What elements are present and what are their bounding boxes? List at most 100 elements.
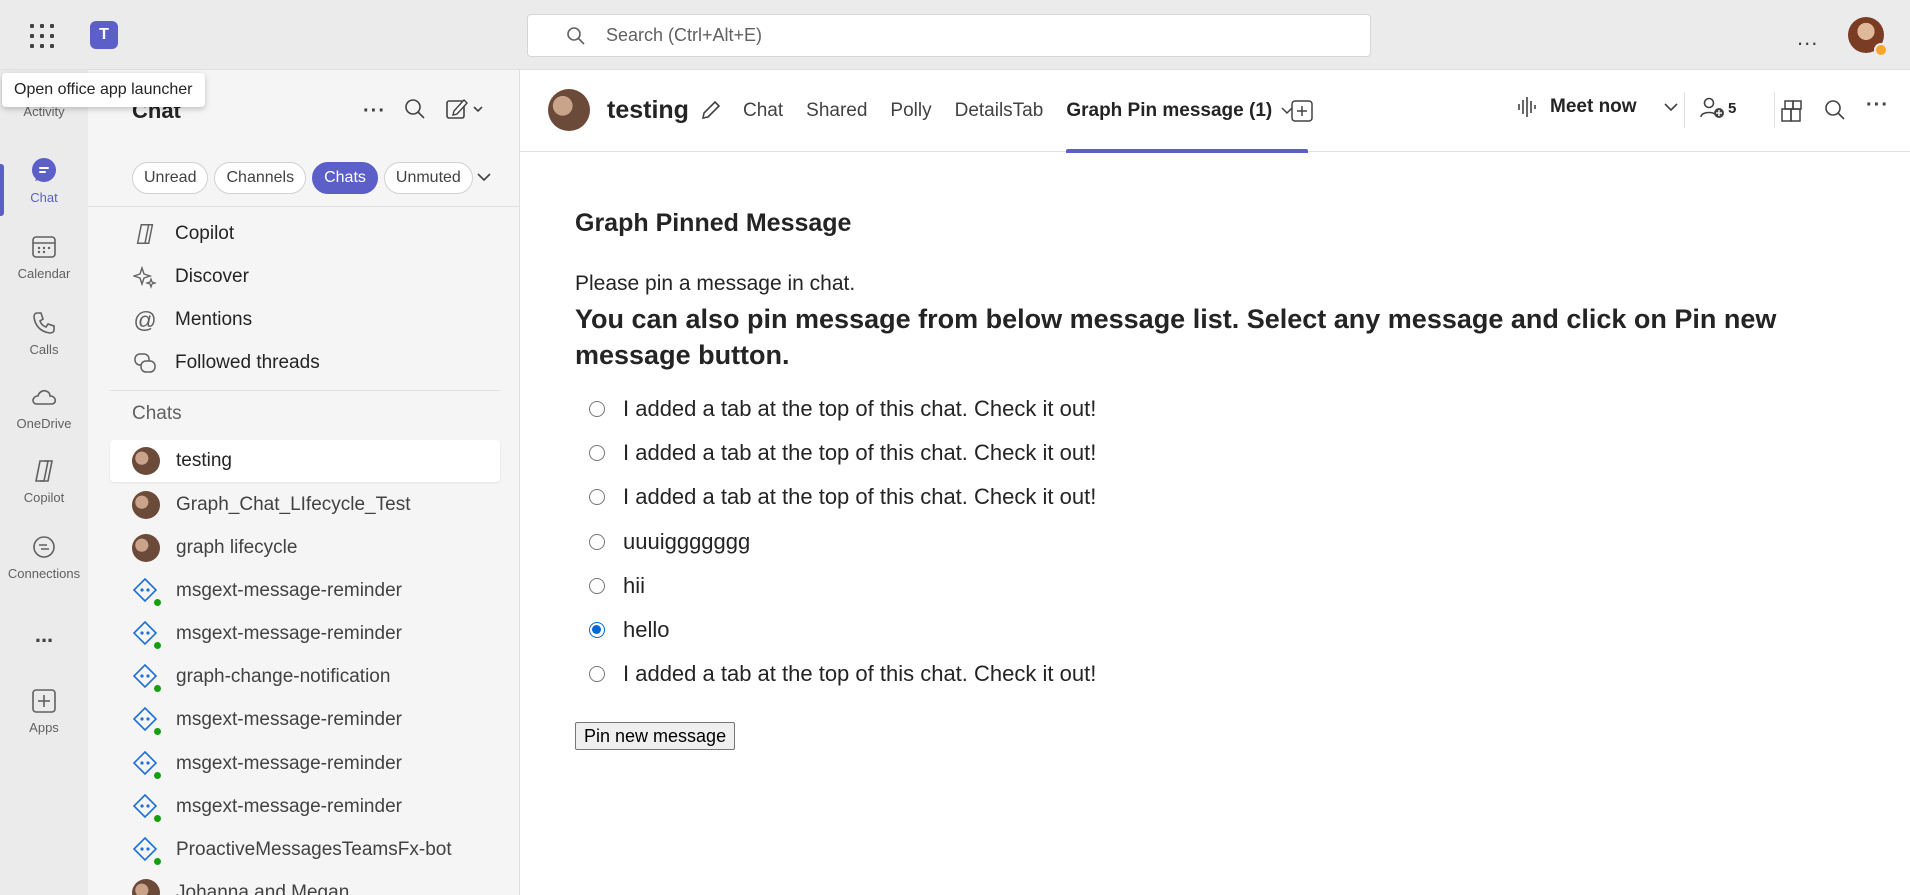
people-icon — [1700, 97, 1724, 118]
chat-item-graph-chat-lifecycle-test[interactable]: Graph_Chat_LIfecycle_Test — [110, 484, 500, 526]
search-icon[interactable] — [1824, 99, 1846, 121]
nav-copilot[interactable]: Copilot — [132, 214, 234, 254]
filter-unmuted[interactable]: Unmuted — [383, 162, 473, 194]
bot-icon — [132, 663, 163, 694]
chat-item-label: msgext-message-reminder — [176, 796, 402, 817]
message-option-label: I added a tab at the top of this chat. C… — [623, 661, 1097, 686]
add-app-icon — [29, 686, 59, 716]
new-chat-icon[interactable] — [446, 98, 486, 126]
tab-chat[interactable]: Chat — [743, 70, 783, 152]
header-divider — [1684, 92, 1685, 128]
tab-shared[interactable]: Shared — [806, 70, 867, 152]
chats-section-header[interactable]: Chats — [132, 403, 182, 425]
message-option[interactable]: hii — [589, 571, 645, 601]
pane-more-icon[interactable]: ··· — [363, 100, 386, 123]
message-option[interactable]: I added a tab at the top of this chat. C… — [589, 438, 1096, 468]
radio-button[interactable] — [589, 445, 605, 461]
radio-button-selected[interactable] — [589, 622, 605, 638]
filter-unread[interactable]: Unread — [132, 162, 209, 194]
filter-chats[interactable]: Chats — [312, 162, 378, 194]
top-bar: T Search (Ctrl+Alt+E) ... — [0, 0, 1910, 70]
rail-onedrive[interactable]: OneDrive — [0, 382, 88, 450]
meet-now-button[interactable]: Meet now — [1516, 96, 1679, 118]
chat-item-label: Johanna and Megan — [176, 882, 350, 895]
message-option[interactable]: uuuiggggggg — [589, 527, 750, 557]
nav-copilot-label: Copilot — [175, 223, 235, 244]
chat-item-msgext-message-reminder[interactable]: msgext-message-reminder — [110, 786, 500, 828]
chat-item-msgext-message-reminder[interactable]: msgext-message-reminder — [110, 613, 500, 655]
panel-heading: Graph Pinned Message — [575, 209, 852, 237]
search-box[interactable]: Search (Ctrl+Alt+E) — [527, 14, 1371, 57]
rail-connections[interactable]: Connections — [0, 532, 88, 600]
message-option-label: I added a tab at the top of this chat. C… — [623, 484, 1097, 509]
pin-new-message-button[interactable]: Pin new message — [575, 722, 736, 750]
message-option[interactable]: I added a tab at the top of this chat. C… — [589, 659, 1096, 689]
rail-apps[interactable]: Apps — [0, 686, 88, 754]
profile-avatar[interactable] — [1848, 17, 1888, 57]
chat-item-proactivemessagesteamsfx-bot[interactable]: ProactiveMessagesTeamsFx-bot — [110, 829, 500, 871]
chat-list-pane: Chat ··· Unread Channels Chats Unmuted C… — [88, 70, 520, 895]
rail-copilot-label: Copilot — [23, 490, 65, 505]
main-area: testing Chat Shared Polly DetailsTab Gra… — [520, 70, 1910, 895]
message-option[interactable]: I added a tab at the top of this chat. C… — [589, 482, 1096, 512]
cloud-icon — [29, 382, 59, 412]
sparkle-icon — [132, 264, 158, 290]
radio-button[interactable] — [589, 401, 605, 417]
tab-graph-pin-message-label: Graph Pin message (1) — [1066, 100, 1273, 121]
app-launcher-icon[interactable] — [28, 22, 56, 50]
filter-search-icon[interactable] — [404, 98, 426, 126]
settings-more-icon[interactable]: ... — [1797, 25, 1818, 51]
bot-icon — [132, 750, 163, 781]
tab-polly[interactable]: Polly — [890, 70, 931, 152]
rail-more[interactable]: ... — [0, 618, 88, 686]
chat-item-graph-change-notification[interactable]: graph-change-notification — [110, 656, 500, 698]
chat-item-msgext-message-reminder[interactable]: msgext-message-reminder — [110, 699, 500, 741]
chat-item-label: msgext-message-reminder — [176, 753, 402, 774]
chat-title[interactable]: testing — [607, 96, 689, 125]
rail-chat[interactable]: Chat — [0, 156, 88, 224]
chat-item-graph-lifecycle[interactable]: graph lifecycle — [110, 527, 500, 569]
chevron-down-icon[interactable] — [476, 171, 492, 183]
nav-divider — [110, 390, 500, 391]
rail-calls[interactable]: Calls — [0, 308, 88, 376]
add-tab-icon[interactable] — [1291, 100, 1313, 122]
radio-button[interactable] — [589, 489, 605, 505]
chat-item-johanna-and-megan[interactable]: Johanna and Megan — [110, 872, 500, 895]
message-option[interactable]: I added a tab at the top of this chat. C… — [589, 394, 1096, 424]
chat-item-testing[interactable]: testing — [110, 440, 500, 482]
radio-button[interactable] — [589, 666, 605, 682]
message-option-label: I added a tab at the top of this chat. C… — [623, 440, 1097, 465]
message-option[interactable]: hello — [589, 615, 669, 645]
copilot-icon — [132, 221, 158, 247]
participants-button[interactable]: 5 — [1700, 96, 1736, 120]
tab-detailstab[interactable]: DetailsTab — [955, 70, 1044, 152]
chat-item-label: graph lifecycle — [176, 537, 298, 558]
chat-item-msgext-message-reminder[interactable]: msgext-message-reminder — [110, 743, 500, 785]
more-icon: ... — [34, 622, 54, 647]
nav-mentions[interactable]: @ Mentions — [132, 300, 252, 340]
chat-item-label: graph-change-notification — [176, 666, 391, 687]
chat-item-msgext-message-reminder[interactable]: msgext-message-reminder — [110, 570, 500, 612]
radio-button[interactable] — [589, 534, 605, 550]
rail-copilot[interactable]: Copilot — [0, 456, 88, 524]
apps-icon[interactable] — [1780, 99, 1804, 123]
nav-discover-label: Discover — [175, 266, 249, 287]
rail-calendar[interactable]: Calendar — [0, 232, 88, 300]
nav-discover[interactable]: Discover — [132, 257, 249, 297]
filter-divider — [88, 206, 520, 207]
radio-button[interactable] — [589, 578, 605, 594]
tab-graph-pin-message[interactable]: Graph Pin message (1) — [1066, 70, 1309, 153]
chat-avatar[interactable] — [548, 89, 590, 131]
chevron-down-icon[interactable] — [1663, 101, 1679, 113]
message-option-label: hello — [623, 617, 670, 642]
bot-icon — [132, 836, 163, 867]
message-option-label: hii — [623, 573, 646, 598]
more-options-icon[interactable]: ··· — [1866, 94, 1889, 117]
nav-followed-threads[interactable]: Followed threads — [132, 343, 320, 383]
chat-item-label: Graph_Chat_LIfecycle_Test — [176, 494, 411, 515]
pencil-icon[interactable] — [699, 98, 723, 122]
bot-icon — [132, 577, 163, 608]
threads-icon — [132, 350, 158, 376]
filter-channels[interactable]: Channels — [214, 162, 307, 194]
status-away-icon — [1874, 43, 1888, 57]
